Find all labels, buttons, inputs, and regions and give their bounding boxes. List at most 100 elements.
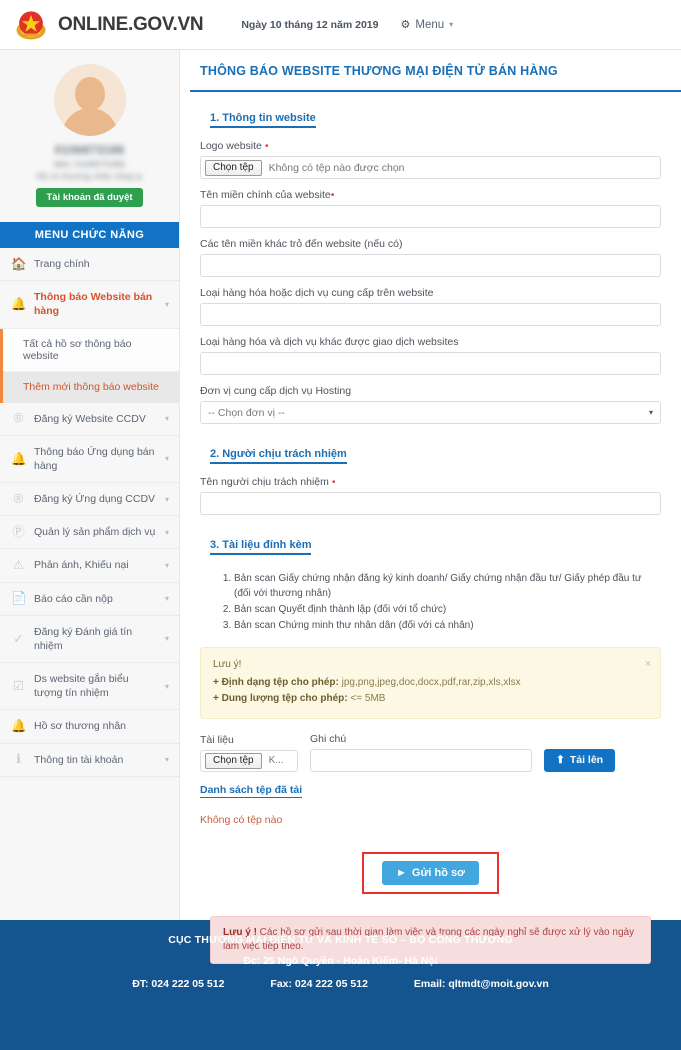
ghi-chu-input[interactable] [310, 748, 532, 772]
required-marker: • [331, 476, 336, 488]
info-icon: ℹ [16, 752, 21, 767]
sidebar: 0106873188 (Mst: 0106873188) Hộ cơ thươn… [0, 50, 180, 920]
required-marker: • [264, 140, 269, 152]
user-org: Hộ cơ thương nhân công ty [36, 172, 143, 181]
page-title: THÔNG BÁO WEBSITE THƯƠNG MẠI ĐIỆN TỬ BÁN… [190, 50, 681, 92]
nguoi-chiu-trach-nhiem-input[interactable] [200, 492, 661, 515]
sidebar-item-thong-bao-ung-dung[interactable]: 🔔 Thông báo Ứng dụng bán hàng ▾ [0, 436, 179, 484]
sidebar-nav: 🏠 Trang chính 🔔 Thông báo Website bán hà… [0, 248, 179, 777]
sidebar-item-label: Ds website gắn biểu tượng tín nhiệm [34, 673, 129, 700]
file-status-text: Không có tệp nào được chọn [268, 161, 405, 174]
required-documents-list: Bản scan Giấy chứng nhận đăng ký kinh do… [200, 571, 661, 633]
list-item: Bản scan Quyết định thành lập (đối với t… [234, 602, 661, 617]
logo-file-input[interactable]: Chọn tệp Không có tệp nào được chọn [200, 156, 661, 179]
field-hosting: Đơn vị cung cấp dịch vụ Hosting -- Chọn … [200, 385, 661, 424]
sidebar-item-label: Thông báo Ứng dụng bán hàng [34, 445, 155, 472]
header-date: Ngày 10 tháng 12 năm 2019 [241, 18, 379, 31]
attachment-file-input[interactable]: Chọn tệp K... [200, 749, 298, 772]
no-files-message: Không có tệp nào [200, 813, 283, 826]
registered-icon: ® [13, 491, 24, 506]
chevron-down-icon: ▾ [164, 681, 169, 691]
field-label: Loại hàng hóa hoặc dịch vụ cung cấp trên… [200, 287, 434, 299]
sidebar-item-phan-anh-khieu-nai[interactable]: ⚠ Phản ánh, Khiếu nại ▾ [0, 549, 179, 583]
required-marker: • [330, 189, 335, 201]
section-heading-3: 3. Tài liệu đính kèm [210, 539, 312, 555]
sidebar-subgroup: Tất cả hồ sơ thông báo website Thêm mới … [0, 328, 179, 403]
sidebar-item-ho-so-thuong-nhan[interactable]: 🔔 Hồ sơ thương nhân [0, 710, 179, 744]
main-content: THÔNG BÁO WEBSITE THƯƠNG MẠI ĐIỆN TỬ BÁN… [180, 50, 681, 964]
loai-hang-hoa-input[interactable] [200, 303, 661, 326]
sidebar-item-trang-chinh[interactable]: 🏠 Trang chính [0, 248, 179, 282]
field-label: Đơn vị cung cấp dịch vụ Hosting [200, 385, 352, 397]
upload-button-label: Tải lên [569, 754, 604, 766]
list-item: Bản scan Chứng minh thư nhân dân (đối vớ… [234, 618, 661, 633]
chevron-down-icon: ▾ [164, 560, 169, 570]
submit-button-label: Gửi hồ sơ [411, 866, 465, 879]
sidebar-menu-title: MENU CHỨC NĂNG [0, 222, 179, 248]
footer-phone: ĐT: 024 222 05 512 [132, 978, 225, 990]
upload-note-col: Ghi chú [310, 733, 532, 772]
notice-title: Lưu ý! [213, 659, 242, 670]
upload-row: Tài liệu Chọn tệp K... Ghi chú ⬆ Tải lên [200, 733, 661, 772]
chevron-down-icon: ▾ [449, 20, 454, 29]
sidebar-item-quan-ly-san-pham[interactable]: Ⓟ Quản lý sản phẩm dịch vụ ▾ [0, 516, 179, 550]
submit-button[interactable]: ► Gửi hồ sơ [382, 860, 479, 885]
sidebar-item-label: Hồ sơ thương nhân [34, 720, 127, 733]
choose-file-button[interactable]: Chọn tệp [205, 159, 262, 176]
footer-fax: Fax: 024 222 05 512 [270, 978, 368, 990]
label-text: Tên người chịu trách nhiệm [200, 476, 329, 488]
chevron-down-icon: ▾ [164, 594, 169, 604]
close-icon[interactable]: × [645, 655, 651, 673]
field-label: Tên người chịu trách nhiệm • [200, 476, 661, 488]
uploaded-files-link[interactable]: Danh sách tệp đã tải [200, 784, 303, 798]
check-circle-icon: ✓ [13, 631, 24, 646]
upload-file-label: Tài liệu [200, 733, 234, 746]
field-ten-mien-khac: Các tên miền khác trỏ đến website (nếu c… [200, 238, 661, 277]
file-rules-notice: × Lưu ý! + Định dạng tệp cho phép: jpg,p… [200, 647, 661, 719]
ten-mien-khac-input[interactable] [200, 254, 661, 277]
loai-hang-hoa-khac-input[interactable] [200, 352, 661, 375]
chevron-down-icon: ▾ [164, 414, 169, 424]
choose-file-button[interactable]: Chọn tệp [205, 752, 262, 769]
field-logo-website: Logo website • Chọn tệp Không có tệp nào… [200, 140, 661, 179]
registered-icon: ® [13, 411, 24, 426]
sidebar-item-bao-cao-can-nop[interactable]: 📄 Báo cáo cần nộp ▾ [0, 583, 179, 616]
chevron-down-icon: ▾ [164, 454, 169, 464]
status-badge: Tài khoản đã duyệt [36, 188, 143, 207]
home-icon: 🏠 [11, 256, 27, 271]
sidebar-item-label: Thông báo Website bán hàng [34, 291, 153, 318]
footer-contacts: ĐT: 024 222 05 512 Fax: 024 222 05 512 E… [0, 978, 681, 990]
header-menu-button[interactable]: ⚙ Menu ▾ [400, 18, 454, 32]
chevron-down-icon: ▾ [164, 755, 169, 765]
field-label: Các tên miền khác trỏ đến website (nếu c… [200, 238, 403, 250]
upload-icon: ⬆ [556, 754, 565, 766]
gear-icon: ⚙ [400, 19, 411, 31]
sidebar-item-ds-website-tin-nhiem[interactable]: ☑ Ds website gắn biểu tượng tín nhiệm ▾ [0, 663, 179, 711]
sidebar-item-label: Phản ánh, Khiếu nại [34, 559, 129, 572]
sidebar-item-label: Quản lý sản phẩm dịch vụ [34, 526, 156, 539]
sidebar-subitem-tat-ca-ho-so[interactable]: Tất cả hồ sơ thông báo website [3, 328, 179, 372]
footer-email: Email: qltmdt@moit.gov.vn [413, 978, 549, 990]
product-icon: Ⓟ [12, 525, 25, 540]
notice-line-1-label: + Định dạng tệp cho phép [213, 676, 336, 688]
field-ten-mien-chinh: Tên miền chính của website• [200, 189, 661, 228]
list-item: Bản scan Giấy chứng nhận đăng ký kinh do… [234, 571, 661, 601]
site-brand: ONLINE.GOV.VN [58, 13, 204, 35]
notice-line-2-value: <= 5MB [350, 693, 386, 704]
hosting-select[interactable]: -- Chọn đơn vị -- ▾ [200, 401, 661, 424]
ten-mien-chinh-input[interactable] [200, 205, 661, 228]
label-text: Logo website [200, 140, 262, 152]
sidebar-subitem-them-moi[interactable]: Thêm mới thông báo website [3, 371, 179, 403]
chevron-down-icon: ▾ [164, 494, 169, 504]
sidebar-item-dang-ky-website-ccdv[interactable]: ® Đăng ký Website CCDV ▾ [0, 403, 179, 436]
sidebar-item-dang-ky-ung-dung-ccdv[interactable]: ® Đăng ký Ứng dụng CCDV ▾ [0, 483, 179, 517]
label-text: Tên miền chính của website [200, 189, 331, 201]
bell-icon: 🔔 [11, 297, 27, 312]
field-nguoi-chiu-trach-nhiem: Tên người chịu trách nhiệm • [200, 476, 661, 515]
sidebar-item-thong-tin-tai-khoan[interactable]: ℹ Thông tin tài khoản ▾ [0, 744, 179, 777]
sidebar-item-thong-bao-website[interactable]: 🔔 Thông báo Website bán hàng ▾ [0, 281, 179, 329]
upload-button[interactable]: ⬆ Tải lên [544, 748, 616, 772]
chevron-down-icon: ▾ [164, 527, 169, 537]
sidebar-item-dang-ky-danh-gia[interactable]: ✓ Đăng ký Đánh giá tín nhiệm ▾ [0, 616, 179, 664]
sidebar-item-label: Đăng ký Đánh giá tín nhiệm [34, 625, 133, 652]
